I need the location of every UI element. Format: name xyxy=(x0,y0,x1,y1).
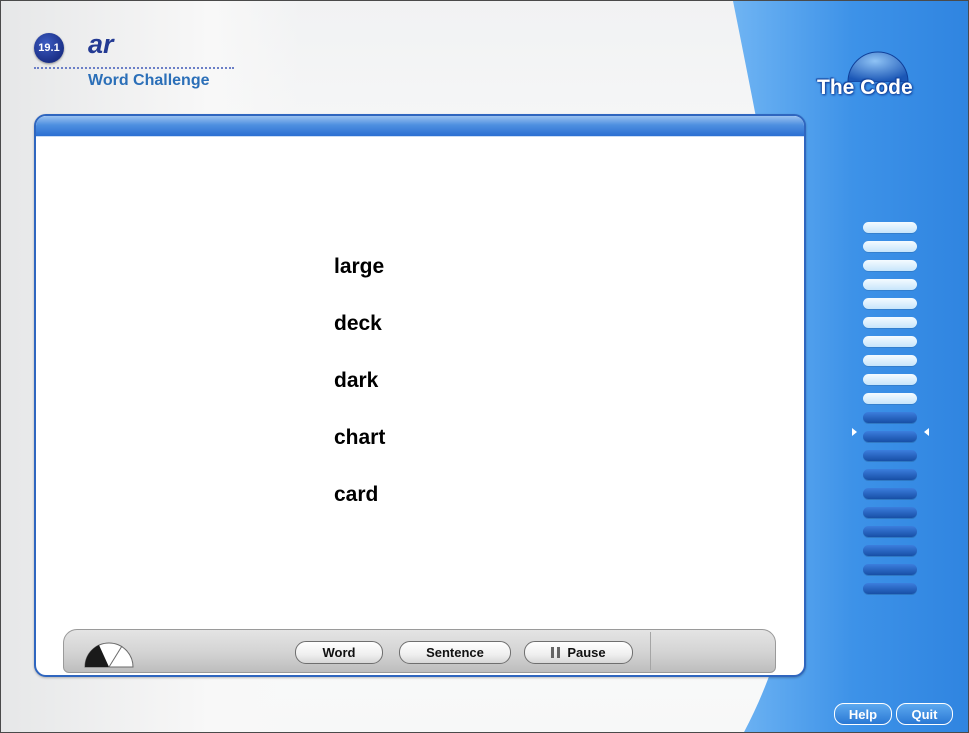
progress-segment xyxy=(863,583,917,594)
progress-segment xyxy=(863,298,917,309)
panel-header-bar xyxy=(36,116,804,137)
sentence-button-label: Sentence xyxy=(426,645,484,660)
word-button-label: Word xyxy=(322,645,356,660)
progress-segment xyxy=(863,412,917,423)
progress-segment xyxy=(863,260,917,271)
current-level-marker-left xyxy=(852,428,857,436)
word-item[interactable]: large xyxy=(334,255,384,279)
progress-segment xyxy=(863,279,917,290)
header-divider xyxy=(34,67,234,69)
word-item[interactable]: deck xyxy=(334,312,382,336)
current-level-marker-right xyxy=(924,428,929,436)
progress-segment xyxy=(863,336,917,347)
brand-name: The Code xyxy=(817,76,913,99)
progress-segment xyxy=(863,469,917,480)
word-button[interactable]: Word xyxy=(295,641,383,664)
activity-title: Word Challenge xyxy=(88,72,210,89)
pie-timer-icon xyxy=(84,642,134,668)
sentence-button[interactable]: Sentence xyxy=(399,641,511,664)
word-panel xyxy=(34,114,806,677)
panel-body xyxy=(40,138,800,671)
progress-segment xyxy=(863,450,917,461)
progress-meter xyxy=(863,222,919,632)
word-item[interactable]: dark xyxy=(334,369,378,393)
progress-segment xyxy=(863,241,917,252)
help-button[interactable]: Help xyxy=(834,703,892,725)
progress-segment xyxy=(863,507,917,518)
progress-segment xyxy=(863,488,917,499)
progress-segment xyxy=(863,545,917,556)
progress-segment xyxy=(863,222,917,233)
pause-icon xyxy=(551,647,561,658)
progress-segment xyxy=(863,564,917,575)
progress-segment xyxy=(863,317,917,328)
progress-segment xyxy=(863,393,917,404)
word-item[interactable]: card xyxy=(334,483,378,507)
progress-segment xyxy=(863,355,917,366)
lesson-number-badge: 19.1 xyxy=(34,33,64,63)
pause-button-label: Pause xyxy=(567,645,606,660)
lesson-sound: ar xyxy=(88,29,114,59)
progress-segment xyxy=(863,374,917,385)
progress-segment xyxy=(863,431,917,442)
control-divider xyxy=(650,632,651,670)
app-window: 19.1 ar Word Challenge large deck dark c… xyxy=(0,0,969,733)
word-item[interactable]: chart xyxy=(334,426,385,450)
progress-segment xyxy=(863,526,917,537)
quit-button[interactable]: Quit xyxy=(896,703,953,725)
pause-button[interactable]: Pause xyxy=(524,641,633,664)
